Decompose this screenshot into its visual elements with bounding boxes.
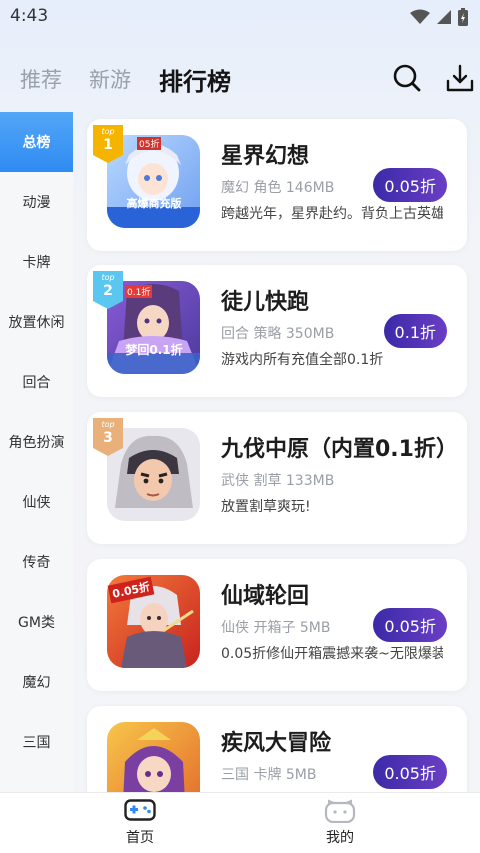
game-card[interactable]: top 3 九伐中原（内置0.1折） 武侠 割草 133MB 放置割草爽玩! (87, 412, 467, 544)
rank-badge: top 1 (93, 125, 123, 163)
game-name-text: 九伐中原（内置0.1折） (221, 437, 447, 462)
nav-home-label: 首页 (126, 830, 154, 846)
wifi-icon (410, 9, 430, 24)
rank-badge: top 2 (93, 271, 123, 309)
signal-icon (437, 10, 451, 24)
search-button[interactable] (391, 62, 423, 94)
download-icon (446, 64, 474, 92)
category-card[interactable]: 卡牌 (0, 232, 73, 292)
discount-badge[interactable]: 0.05折 (373, 608, 447, 642)
rank-number: 2 (103, 283, 113, 299)
game-card[interactable]: 0.05折 仙域轮回 仙侠 开箱子 5MB 0.05折修仙开箱震撼来袭~无限爆装… (87, 559, 467, 691)
category-xianxia[interactable]: 仙侠 (0, 472, 73, 532)
game-description: 游戏内所有充值全部0.1折 (221, 352, 384, 368)
category-all[interactable]: 总榜 (0, 112, 73, 172)
category-turn-based[interactable]: 回合 (0, 352, 73, 412)
profile-icon (324, 799, 356, 823)
battery-icon (458, 8, 468, 26)
game-description: 放置割草爽玩! (221, 499, 311, 515)
rank-number: 1 (103, 137, 113, 153)
rank-badge: top 3 (93, 418, 123, 456)
game-description: 0.05折修仙开箱震撼来袭~无限爆装 (221, 646, 443, 662)
nav-home[interactable]: 首页 (100, 799, 180, 847)
game-meta: 魔幻 角色 146MB (221, 180, 335, 196)
game-name: 星界幻想 (221, 144, 310, 169)
category-three-kingdoms[interactable]: 三国 (0, 712, 73, 772)
rank-badge-top: top (101, 127, 115, 136)
game-name: 疾风大冒险 (221, 731, 332, 756)
bottom-nav: 首页 我的 (0, 792, 480, 853)
game-name: 九伐中原（内置0.1折） (221, 431, 447, 463)
game-icon-caption: 梦回0.1折 (125, 343, 183, 357)
category-idle[interactable]: 放置休闲 (0, 292, 73, 352)
discount-badge[interactable]: 0.05折 (373, 755, 447, 789)
game-card[interactable]: 高爆商充版 05折 top 1 星界幻想 魔幻 角色 146MB 跨越光年，星界… (87, 119, 467, 251)
download-button[interactable] (444, 62, 476, 94)
search-icon (393, 64, 421, 92)
nav-profile-label: 我的 (326, 830, 354, 846)
category-sidebar: 总榜 动漫 卡牌 放置休闲 回合 角色扮演 仙侠 传奇 GM类 魔幻 三国 (0, 112, 73, 792)
category-gm[interactable]: GM类 (0, 592, 73, 652)
game-description: 跨越光年，星界赴约。背负上古英雄们的希望 (221, 206, 443, 222)
status-bar: 4:43 (0, 0, 480, 34)
discount-badge[interactable]: 0.1折 (383, 314, 447, 348)
status-icons (410, 8, 468, 26)
game-name: 仙域轮回 (221, 584, 310, 609)
gamepad-icon (124, 799, 156, 821)
game-icon-tag: 05折 (137, 137, 162, 150)
game-meta: 回合 策略 350MB (221, 326, 335, 342)
category-anime[interactable]: 动漫 (0, 172, 73, 232)
game-icon-tag: 0.1折 (125, 285, 153, 298)
tab-new-games[interactable]: 新游 (89, 64, 131, 94)
status-time: 4:43 (10, 6, 49, 26)
category-legend[interactable]: 传奇 (0, 532, 73, 592)
category-rpg[interactable]: 角色扮演 (0, 412, 73, 472)
rank-number: 3 (103, 430, 113, 446)
game-card[interactable]: 梦回0.1折 0.1折 top 2 徒儿快跑 回合 策略 350MB 游戏内所有… (87, 265, 467, 397)
category-fantasy[interactable]: 魔幻 (0, 652, 73, 712)
tab-rankings[interactable]: 排行榜 (159, 62, 231, 97)
rank-badge-top: top (101, 420, 115, 429)
rank-badge-top: top (101, 273, 115, 282)
game-name: 徒儿快跑 (221, 290, 310, 315)
game-meta: 武侠 割草 133MB (221, 473, 335, 489)
discount-badge[interactable]: 0.05折 (373, 168, 447, 202)
tab-recommend[interactable]: 推荐 (20, 64, 62, 94)
game-meta: 三国 卡牌 5MB (221, 767, 317, 783)
game-icon-caption: 高爆商充版 (126, 197, 182, 210)
game-meta: 仙侠 开箱子 5MB (221, 620, 331, 636)
nav-profile[interactable]: 我的 (300, 799, 380, 847)
